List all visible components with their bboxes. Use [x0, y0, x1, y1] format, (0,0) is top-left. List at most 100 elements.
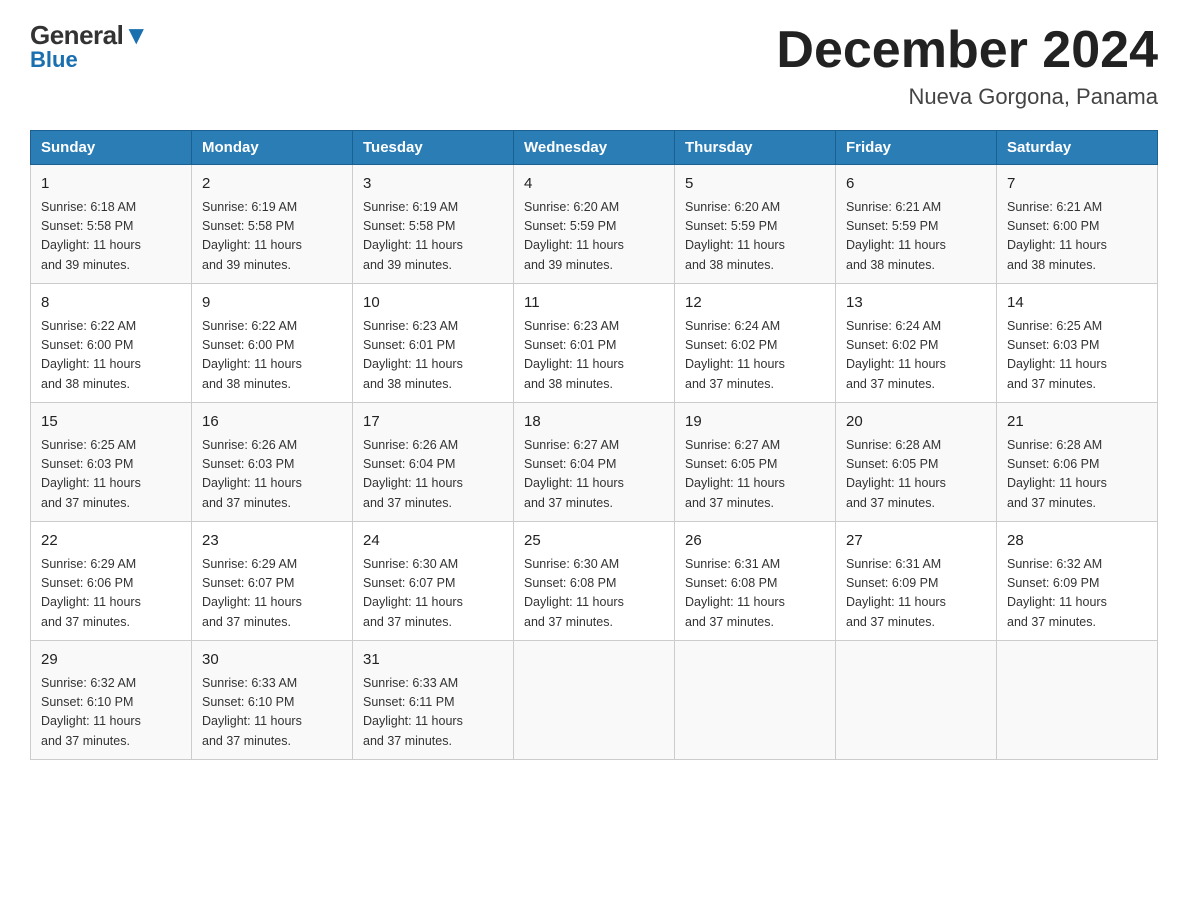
day-header-sunday: Sunday	[31, 131, 192, 165]
day-info: Sunrise: 6:26 AMSunset: 6:04 PMDaylight:…	[363, 436, 503, 514]
calendar-cell: 4Sunrise: 6:20 AMSunset: 5:59 PMDaylight…	[514, 165, 675, 284]
logo: General▼ Blue	[30, 20, 149, 73]
day-info: Sunrise: 6:20 AMSunset: 5:59 PMDaylight:…	[524, 198, 664, 276]
day-number: 21	[1007, 411, 1147, 434]
calendar-cell: 12Sunrise: 6:24 AMSunset: 6:02 PMDayligh…	[675, 284, 836, 403]
calendar-cell	[997, 641, 1158, 760]
day-info: Sunrise: 6:28 AMSunset: 6:05 PMDaylight:…	[846, 436, 986, 514]
day-info: Sunrise: 6:25 AMSunset: 6:03 PMDaylight:…	[1007, 317, 1147, 395]
calendar-cell: 31Sunrise: 6:33 AMSunset: 6:11 PMDayligh…	[353, 641, 514, 760]
calendar-cell: 14Sunrise: 6:25 AMSunset: 6:03 PMDayligh…	[997, 284, 1158, 403]
day-info: Sunrise: 6:18 AMSunset: 5:58 PMDaylight:…	[41, 198, 181, 276]
calendar-week-1: 1Sunrise: 6:18 AMSunset: 5:58 PMDaylight…	[31, 165, 1158, 284]
calendar-cell: 1Sunrise: 6:18 AMSunset: 5:58 PMDaylight…	[31, 165, 192, 284]
day-info: Sunrise: 6:32 AMSunset: 6:10 PMDaylight:…	[41, 674, 181, 752]
day-info: Sunrise: 6:21 AMSunset: 5:59 PMDaylight:…	[846, 198, 986, 276]
day-number: 22	[41, 530, 181, 553]
page-header: General▼ Blue December 2024 Nueva Gorgon…	[30, 20, 1158, 110]
calendar-cell	[836, 641, 997, 760]
calendar-cell: 27Sunrise: 6:31 AMSunset: 6:09 PMDayligh…	[836, 522, 997, 641]
day-number: 6	[846, 173, 986, 196]
calendar-cell: 28Sunrise: 6:32 AMSunset: 6:09 PMDayligh…	[997, 522, 1158, 641]
calendar-cell	[675, 641, 836, 760]
day-number: 17	[363, 411, 503, 434]
calendar-cell: 29Sunrise: 6:32 AMSunset: 6:10 PMDayligh…	[31, 641, 192, 760]
calendar-week-5: 29Sunrise: 6:32 AMSunset: 6:10 PMDayligh…	[31, 641, 1158, 760]
day-number: 5	[685, 173, 825, 196]
calendar-cell: 7Sunrise: 6:21 AMSunset: 6:00 PMDaylight…	[997, 165, 1158, 284]
day-number: 29	[41, 649, 181, 672]
calendar-cell: 11Sunrise: 6:23 AMSunset: 6:01 PMDayligh…	[514, 284, 675, 403]
day-info: Sunrise: 6:23 AMSunset: 6:01 PMDaylight:…	[363, 317, 503, 395]
day-number: 13	[846, 292, 986, 315]
day-info: Sunrise: 6:33 AMSunset: 6:11 PMDaylight:…	[363, 674, 503, 752]
day-info: Sunrise: 6:31 AMSunset: 6:09 PMDaylight:…	[846, 555, 986, 633]
calendar-week-4: 22Sunrise: 6:29 AMSunset: 6:06 PMDayligh…	[31, 522, 1158, 641]
day-number: 30	[202, 649, 342, 672]
calendar-cell: 5Sunrise: 6:20 AMSunset: 5:59 PMDaylight…	[675, 165, 836, 284]
calendar-cell: 9Sunrise: 6:22 AMSunset: 6:00 PMDaylight…	[192, 284, 353, 403]
calendar-cell: 13Sunrise: 6:24 AMSunset: 6:02 PMDayligh…	[836, 284, 997, 403]
calendar-header: SundayMondayTuesdayWednesdayThursdayFrid…	[31, 131, 1158, 165]
day-info: Sunrise: 6:29 AMSunset: 6:07 PMDaylight:…	[202, 555, 342, 633]
day-number: 16	[202, 411, 342, 434]
calendar-cell: 6Sunrise: 6:21 AMSunset: 5:59 PMDaylight…	[836, 165, 997, 284]
day-info: Sunrise: 6:30 AMSunset: 6:08 PMDaylight:…	[524, 555, 664, 633]
calendar-cell: 16Sunrise: 6:26 AMSunset: 6:03 PMDayligh…	[192, 403, 353, 522]
calendar-cell: 30Sunrise: 6:33 AMSunset: 6:10 PMDayligh…	[192, 641, 353, 760]
day-info: Sunrise: 6:27 AMSunset: 6:04 PMDaylight:…	[524, 436, 664, 514]
day-info: Sunrise: 6:22 AMSunset: 6:00 PMDaylight:…	[202, 317, 342, 395]
day-number: 25	[524, 530, 664, 553]
calendar-cell: 23Sunrise: 6:29 AMSunset: 6:07 PMDayligh…	[192, 522, 353, 641]
day-number: 14	[1007, 292, 1147, 315]
calendar-cell: 24Sunrise: 6:30 AMSunset: 6:07 PMDayligh…	[353, 522, 514, 641]
calendar-cell: 17Sunrise: 6:26 AMSunset: 6:04 PMDayligh…	[353, 403, 514, 522]
day-header-tuesday: Tuesday	[353, 131, 514, 165]
day-number: 8	[41, 292, 181, 315]
day-info: Sunrise: 6:21 AMSunset: 6:00 PMDaylight:…	[1007, 198, 1147, 276]
day-header-thursday: Thursday	[675, 131, 836, 165]
day-number: 18	[524, 411, 664, 434]
day-number: 12	[685, 292, 825, 315]
day-header-saturday: Saturday	[997, 131, 1158, 165]
day-info: Sunrise: 6:33 AMSunset: 6:10 PMDaylight:…	[202, 674, 342, 752]
day-info: Sunrise: 6:31 AMSunset: 6:08 PMDaylight:…	[685, 555, 825, 633]
calendar-table: SundayMondayTuesdayWednesdayThursdayFrid…	[30, 130, 1158, 760]
day-info: Sunrise: 6:20 AMSunset: 5:59 PMDaylight:…	[685, 198, 825, 276]
day-info: Sunrise: 6:32 AMSunset: 6:09 PMDaylight:…	[1007, 555, 1147, 633]
day-info: Sunrise: 6:19 AMSunset: 5:58 PMDaylight:…	[202, 198, 342, 276]
calendar-cell: 15Sunrise: 6:25 AMSunset: 6:03 PMDayligh…	[31, 403, 192, 522]
day-info: Sunrise: 6:25 AMSunset: 6:03 PMDaylight:…	[41, 436, 181, 514]
calendar-cell: 20Sunrise: 6:28 AMSunset: 6:05 PMDayligh…	[836, 403, 997, 522]
day-info: Sunrise: 6:26 AMSunset: 6:03 PMDaylight:…	[202, 436, 342, 514]
day-number: 4	[524, 173, 664, 196]
logo-bottom: Blue	[30, 47, 78, 73]
calendar-cell: 22Sunrise: 6:29 AMSunset: 6:06 PMDayligh…	[31, 522, 192, 641]
day-info: Sunrise: 6:30 AMSunset: 6:07 PMDaylight:…	[363, 555, 503, 633]
day-number: 2	[202, 173, 342, 196]
day-info: Sunrise: 6:23 AMSunset: 6:01 PMDaylight:…	[524, 317, 664, 395]
day-number: 19	[685, 411, 825, 434]
day-info: Sunrise: 6:29 AMSunset: 6:06 PMDaylight:…	[41, 555, 181, 633]
day-number: 26	[685, 530, 825, 553]
calendar-cell: 21Sunrise: 6:28 AMSunset: 6:06 PMDayligh…	[997, 403, 1158, 522]
day-number: 7	[1007, 173, 1147, 196]
calendar-cell: 8Sunrise: 6:22 AMSunset: 6:00 PMDaylight…	[31, 284, 192, 403]
day-number: 15	[41, 411, 181, 434]
day-number: 20	[846, 411, 986, 434]
logo-arrow-icon: ▼	[123, 20, 148, 50]
day-number: 1	[41, 173, 181, 196]
day-info: Sunrise: 6:27 AMSunset: 6:05 PMDaylight:…	[685, 436, 825, 514]
calendar-cell: 10Sunrise: 6:23 AMSunset: 6:01 PMDayligh…	[353, 284, 514, 403]
day-number: 23	[202, 530, 342, 553]
calendar-cell: 25Sunrise: 6:30 AMSunset: 6:08 PMDayligh…	[514, 522, 675, 641]
day-number: 28	[1007, 530, 1147, 553]
calendar-cell: 18Sunrise: 6:27 AMSunset: 6:04 PMDayligh…	[514, 403, 675, 522]
day-info: Sunrise: 6:24 AMSunset: 6:02 PMDaylight:…	[685, 317, 825, 395]
day-info: Sunrise: 6:24 AMSunset: 6:02 PMDaylight:…	[846, 317, 986, 395]
calendar-cell: 3Sunrise: 6:19 AMSunset: 5:58 PMDaylight…	[353, 165, 514, 284]
day-info: Sunrise: 6:28 AMSunset: 6:06 PMDaylight:…	[1007, 436, 1147, 514]
calendar-cell: 26Sunrise: 6:31 AMSunset: 6:08 PMDayligh…	[675, 522, 836, 641]
day-number: 11	[524, 292, 664, 315]
day-info: Sunrise: 6:22 AMSunset: 6:00 PMDaylight:…	[41, 317, 181, 395]
